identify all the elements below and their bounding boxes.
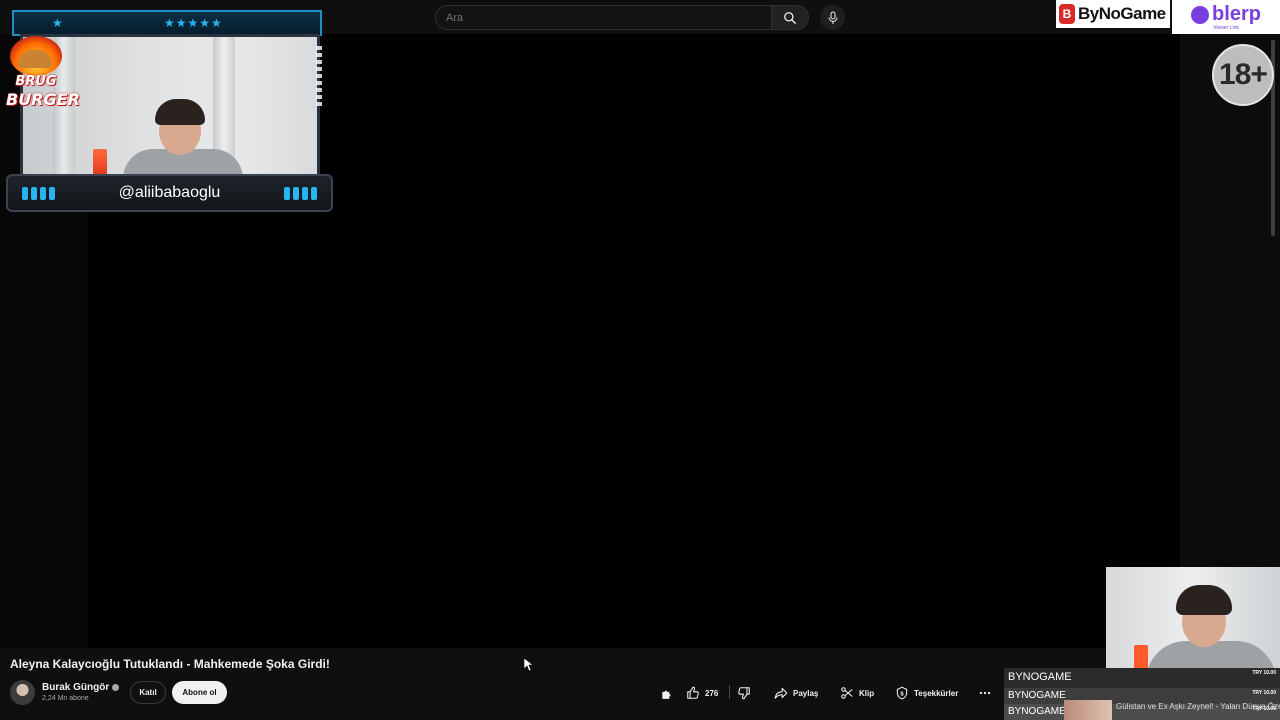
brand-line-2: BURGER xyxy=(6,90,80,109)
subscribe-button[interactable]: Abone ol xyxy=(172,681,227,704)
join-button[interactable]: Katıl xyxy=(130,681,166,704)
search-icon xyxy=(784,11,796,24)
stars-decoration: ★★★★★ xyxy=(164,16,223,30)
scissors-icon xyxy=(841,687,853,699)
thanks-label: Teşekkürler xyxy=(914,688,959,698)
brug-burger-logo: BRUG BURGER xyxy=(6,36,80,118)
svg-text:$: $ xyxy=(900,691,904,697)
subscriber-count: 2,24 Mn abone xyxy=(42,695,89,702)
donor-name: BYNOGAME xyxy=(1008,690,1066,701)
share-label: Paylaş xyxy=(793,688,819,698)
like-button[interactable]: 276 xyxy=(686,681,718,705)
secondary-webcam xyxy=(1106,567,1280,668)
donor-name: BYNOGAME xyxy=(1008,706,1066,717)
bynogame-name: ByNoGame xyxy=(1078,4,1166,23)
overlay-side-lights xyxy=(316,46,322,106)
donation-amount: TRY 10.00 xyxy=(1252,690,1276,696)
verified-icon xyxy=(112,684,120,691)
avatar[interactable] xyxy=(10,680,35,705)
share-icon xyxy=(774,687,788,699)
donor-name: BYNOGAME xyxy=(1008,671,1072,683)
share-button[interactable]: Paylaş xyxy=(774,681,818,705)
overlay-top-bar: ★ ★★★★★ xyxy=(12,10,322,36)
blerp-icon xyxy=(1191,5,1210,24)
search-input[interactable] xyxy=(436,6,771,29)
more-icon xyxy=(979,691,991,695)
streamer-handle: @aliibabaoglu xyxy=(118,184,221,201)
blerp-logo: blerp Viewer Link xyxy=(1172,0,1280,34)
channel-name-text[interactable]: Burak Güngör xyxy=(42,682,109,693)
like-count: 276 xyxy=(705,688,719,698)
blerp-subtitle: Viewer Link xyxy=(1213,25,1239,31)
clip-label: Klip xyxy=(859,688,875,698)
thumb-up-icon xyxy=(687,686,699,699)
donation-message: Gülistan ve Ex Aşkı Zeynel! - Yalan Düny… xyxy=(1116,702,1280,711)
thanks-icon: $ xyxy=(896,686,908,700)
donation-row: BYNOGAME TRY 10.00 xyxy=(1004,668,1280,688)
channel-name[interactable]: Burak Güngör xyxy=(42,682,120,693)
extension-button[interactable] xyxy=(660,681,674,705)
thumb-down-icon xyxy=(738,687,750,700)
search-button[interactable] xyxy=(771,5,809,30)
mouse-cursor-icon xyxy=(524,658,534,672)
like-divider xyxy=(729,685,730,699)
more-actions-button[interactable] xyxy=(978,681,992,705)
age-rating-badge: 18+ xyxy=(1212,44,1274,106)
overlay-name-plate: @aliibabaoglu xyxy=(6,174,333,212)
thanks-button[interactable]: $ Teşekkürler xyxy=(895,681,958,705)
clip-button[interactable]: Klip xyxy=(840,681,874,705)
donation-thumbnail xyxy=(1064,700,1112,720)
overlay-bars-right xyxy=(284,187,317,200)
donation-amount: TRY 10.00 xyxy=(1252,670,1276,676)
brand-line-1: BRUG xyxy=(15,74,57,89)
voice-search-button[interactable] xyxy=(820,5,845,30)
dislike-button[interactable] xyxy=(737,681,751,705)
secondary-column xyxy=(1181,34,1280,648)
youtube-watch-page: ★ ★★★★★ @aliibabaoglu BRUG BURGER B ByNo… xyxy=(0,0,1280,720)
donation-feed: BYNOGAME TRY 10.00 BYNOGAME TRY 10.00 BY… xyxy=(1004,668,1280,720)
mic-icon xyxy=(828,11,837,24)
puzzle-icon xyxy=(662,690,671,699)
video-title: Aleyna Kalaycıoğlu Tutuklandı - Mahkemed… xyxy=(10,657,330,671)
bynogame-logo: B ByNoGame xyxy=(1056,0,1170,28)
bynogame-mark-icon: B xyxy=(1059,4,1075,24)
star-icon: ★ xyxy=(52,16,63,30)
blerp-name: blerp xyxy=(1212,3,1261,25)
search-box[interactable] xyxy=(435,5,771,30)
